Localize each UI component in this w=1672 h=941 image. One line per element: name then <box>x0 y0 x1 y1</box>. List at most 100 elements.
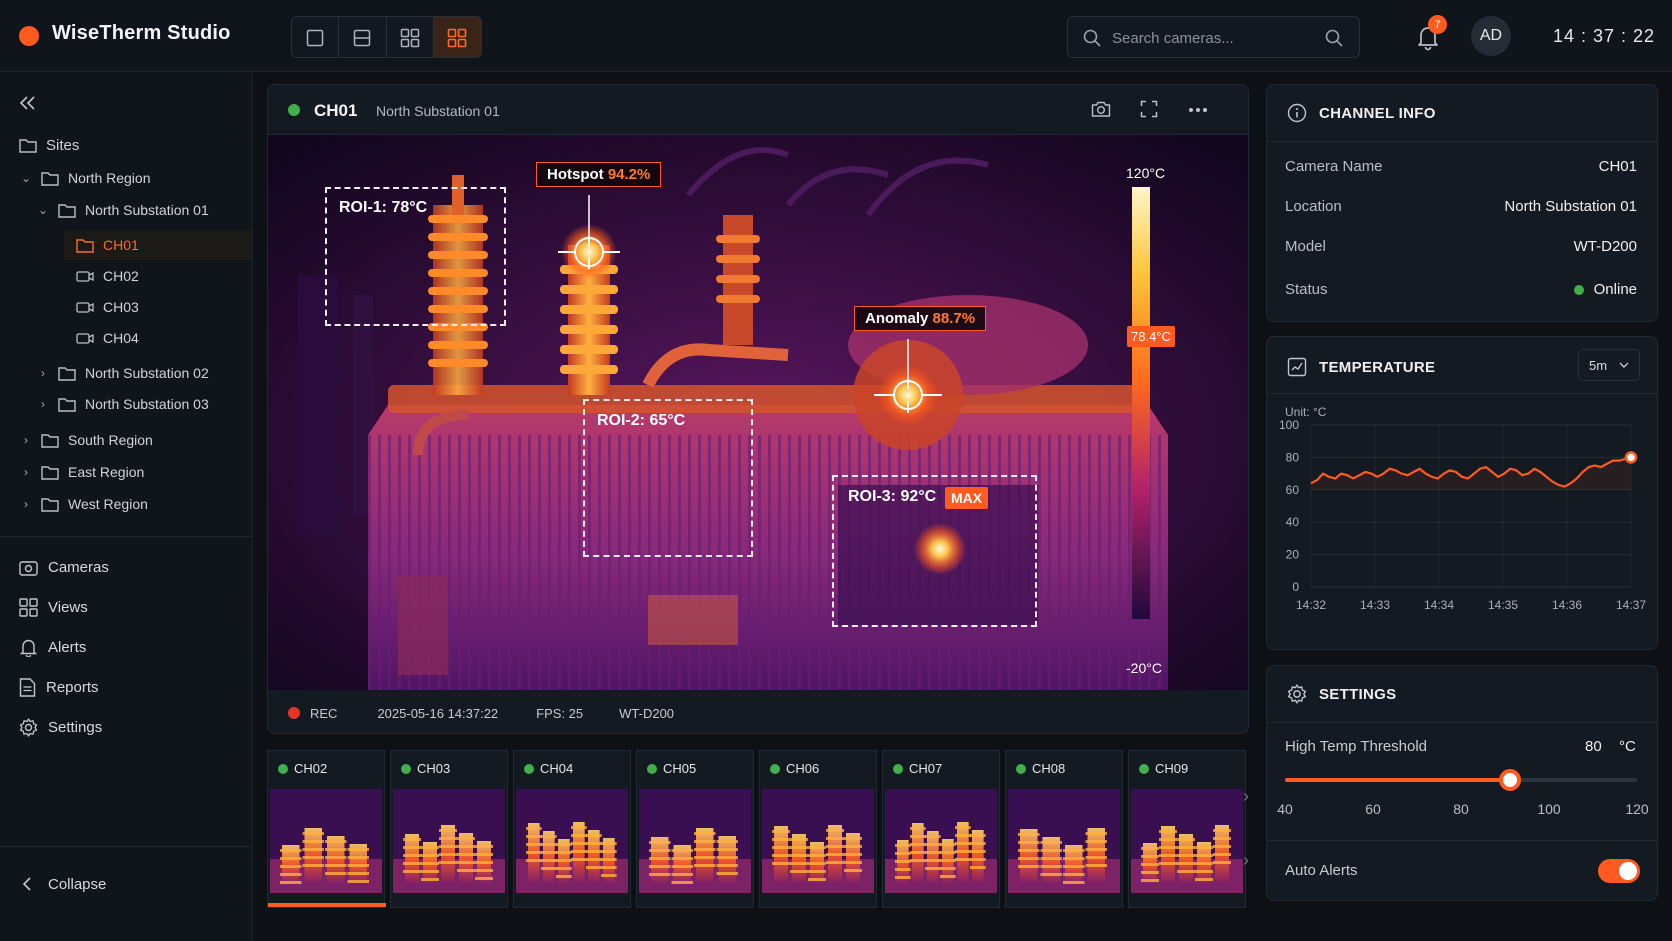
time-range-select[interactable]: 5m <box>1578 349 1640 381</box>
thumbnail-scene <box>1008 789 1120 893</box>
threshold-label: High Temp Threshold <box>1285 738 1428 755</box>
nav-cameras[interactable]: Cameras <box>19 554 109 580</box>
collapse-double-chevron-icon[interactable] <box>19 95 37 111</box>
snapshot-camera-icon[interactable] <box>1091 100 1111 118</box>
nav-reports[interactable]: Reports <box>19 674 99 700</box>
y-tick-label: 80 <box>1286 450 1300 464</box>
thumbnail-ch03[interactable]: CH03 <box>390 750 508 908</box>
layout-grid-button[interactable] <box>433 17 481 57</box>
thumbnail-ch07[interactable]: CH07 <box>882 750 1000 908</box>
channel-location: North Substation 01 <box>376 103 500 119</box>
nav-alerts[interactable]: Alerts <box>19 634 86 660</box>
grid-view-icon <box>448 28 467 48</box>
layout-quad-button[interactable] <box>387 17 434 57</box>
chevron-right-icon[interactable]: › <box>19 433 33 447</box>
thumbnail-label: CH07 <box>893 761 942 776</box>
camera-icon <box>76 302 94 313</box>
chevron-down-icon <box>1619 362 1629 368</box>
slider-tick-label: 60 <box>1365 801 1381 817</box>
divider <box>1267 141 1657 142</box>
thumbnail-ch04[interactable]: CH04 <box>513 750 631 908</box>
tree-north-region[interactable]: ⌄ North Region <box>19 165 151 191</box>
folder-icon <box>76 238 94 253</box>
thumbnail-channel: CH04 <box>540 761 574 776</box>
chevron-right-icon[interactable]: › <box>19 465 33 479</box>
thumbnail-ch09[interactable]: CH09 <box>1128 750 1246 908</box>
thumbnail-label: CH03 <box>401 761 450 776</box>
temperature-color-scale <box>1132 187 1150 619</box>
chevron-right-icon[interactable]: › <box>19 497 33 511</box>
x-tick-label: 14:33 <box>1360 598 1390 612</box>
viewer-header: CH01 North Substation 01 <box>268 85 1248 135</box>
search-submit-icon[interactable] <box>1324 28 1344 48</box>
x-tick-label: 14:37 <box>1616 598 1646 612</box>
panel-title: TEMPERATURE <box>1287 357 1435 377</box>
y-tick-label: 40 <box>1286 515 1300 529</box>
tree-north-substation-03[interactable]: › North Substation 03 <box>36 391 209 417</box>
thumbnail-ch08[interactable]: CH08 <box>1005 750 1123 908</box>
folder-icon <box>58 366 76 381</box>
sites-root[interactable]: Sites <box>19 132 79 158</box>
tree-north-substation-02[interactable]: › North Substation 02 <box>36 360 209 386</box>
scale-min-label: -20°C <box>1126 660 1162 676</box>
chevron-right-icon[interactable]: › <box>36 397 50 411</box>
avatar[interactable]: AD <box>1471 16 1511 56</box>
collapse-button[interactable]: Collapse <box>19 871 106 897</box>
info-row-status: Status Online <box>1285 281 1637 298</box>
fps: FPS: 25 <box>536 705 584 721</box>
tree-east-region[interactable]: › East Region <box>19 459 144 485</box>
chevron-right-icon[interactable]: › <box>1243 850 1249 871</box>
thumbnail-scene <box>1131 789 1243 893</box>
chevron-down-icon[interactable]: ⌄ <box>36 203 50 217</box>
search-input[interactable] <box>1112 27 1312 49</box>
tree-channel-ch03[interactable]: CH03 <box>76 294 139 320</box>
chevron-down-icon[interactable]: ⌄ <box>19 171 33 185</box>
thumbnail-scene <box>393 789 505 893</box>
thumbnail-label: CH04 <box>524 761 573 776</box>
thumbnail-ch06[interactable]: CH06 <box>759 750 877 908</box>
tree-label: West Region <box>68 496 148 512</box>
folder-icon <box>41 433 59 448</box>
thumbnail-ch05[interactable]: CH05 <box>636 750 754 908</box>
nav-views[interactable]: Views <box>19 594 88 620</box>
thermal-video-feed[interactable]: ROI-1: 78°C ROI-2: 65°C ROI-3: 92°C MAX … <box>268 135 1248 690</box>
thumbnail-scene <box>516 789 628 893</box>
nav-label: Alerts <box>48 638 87 656</box>
camera-icon <box>76 333 94 344</box>
layout-single-button[interactable] <box>292 17 340 57</box>
latest-value-point[interactable] <box>1624 451 1638 464</box>
thumbnail-thermal-image <box>516 789 628 893</box>
grid-view-icon <box>19 597 38 617</box>
threshold-slider-handle[interactable] <box>1499 769 1522 791</box>
folder-icon <box>41 497 59 512</box>
auto-alerts-toggle[interactable] <box>1598 859 1640 883</box>
live-status-dot <box>401 763 411 774</box>
thumbnail-scene <box>885 789 997 893</box>
tree-north-substation-01[interactable]: ⌄ North Substation 01 <box>36 197 209 223</box>
tree-west-region[interactable]: › West Region <box>19 491 148 517</box>
hotspot-tag: Hotspot 94.2% <box>536 162 662 187</box>
tree-channel-ch02[interactable]: CH02 <box>76 263 139 289</box>
thumbnail-thermal-image <box>885 789 997 893</box>
temperature-line-chart: 100 80 60 40 20 0 14:32 14:33 14:34 14:35 14:36 14:… <box>1279 418 1646 612</box>
rec-label: REC <box>310 705 338 721</box>
nav-settings[interactable]: Settings <box>19 714 102 740</box>
thumbnail-thermal-image <box>1131 789 1243 893</box>
tree-south-region[interactable]: › South Region <box>19 427 153 453</box>
fullscreen-icon[interactable] <box>1140 100 1158 118</box>
divider <box>0 536 252 537</box>
info-row-location: Location North Substation 01 <box>1285 198 1637 215</box>
more-options-icon[interactable] <box>1188 107 1208 113</box>
live-status-dot <box>1139 763 1149 774</box>
layout-split-button[interactable] <box>339 17 387 57</box>
scale-marker: 78.4°C <box>1127 326 1175 347</box>
chevron-right-icon[interactable]: › <box>36 366 50 380</box>
chevron-left-icon <box>22 877 31 891</box>
timestamp: 2025-05-16 14:37:22 <box>377 705 499 721</box>
chevron-right-icon[interactable]: › <box>1243 786 1249 807</box>
thumbnail-ch02[interactable]: CH02 <box>267 750 386 908</box>
tree-channel-ch04[interactable]: CH04 <box>76 325 139 351</box>
nav-label: Reports <box>46 678 99 696</box>
active-thumbnail-indicator <box>268 903 386 907</box>
tree-channel-ch01[interactable]: CH01 <box>64 230 252 260</box>
